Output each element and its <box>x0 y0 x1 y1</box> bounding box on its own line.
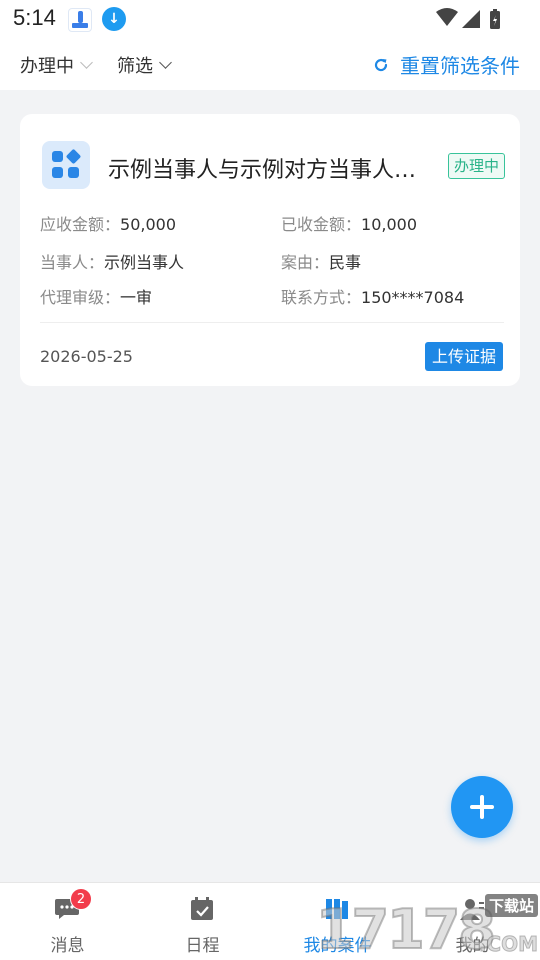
watermark-com: .COM <box>478 932 538 957</box>
reset-filters-button[interactable]: 重置筛选条件 <box>372 50 520 79</box>
screen-filter-dropdown[interactable]: 筛选 <box>117 52 172 78</box>
tab-label: 日程 <box>185 936 220 956</box>
case-category-icon <box>42 141 90 189</box>
unread-badge: 2 <box>70 888 92 910</box>
chevron-down-icon <box>159 56 172 69</box>
case-date: 2026-05-25 <box>40 347 133 366</box>
case-title: 示例当事人与示例对方当事人之间的案件 <box>108 158 438 183</box>
trial-level: 代理审级：一审 <box>40 284 152 308</box>
party-label: 当事人： <box>40 253 105 272</box>
add-case-button[interactable] <box>451 776 513 838</box>
receivable-amount: 应收金额：50,000 <box>40 211 176 235</box>
site-watermark: 17178 下载站 .COM <box>315 892 540 960</box>
watermark-digits: 17178 <box>315 897 497 960</box>
tab-label: 消息 <box>50 936 85 956</box>
watermark-site-label: 下载站 <box>484 894 538 917</box>
filter-bar: 办理中 筛选 重置筛选条件 <box>0 38 540 90</box>
tab-schedule[interactable]: 日程 <box>135 883 270 960</box>
refresh-icon <box>374 58 388 71</box>
cause-value: 民事 <box>329 253 362 272</box>
status-time: 5:14 <box>13 5 56 30</box>
tab-messages[interactable]: 2 消息 <box>0 883 135 960</box>
app-notification-icon <box>68 8 92 32</box>
level-value: 一审 <box>120 288 153 307</box>
status-filter-dropdown[interactable]: 办理中 <box>20 52 93 78</box>
case-card[interactable]: 示例当事人与示例对方当事人之间的案件 办理中 应收金额：50,000 已收金额：… <box>20 114 520 386</box>
received-label: 已收金额： <box>281 215 362 234</box>
upload-evidence-button[interactable]: 上传证据 <box>425 342 504 371</box>
contact-label: 联系方式： <box>281 288 362 307</box>
party: 当事人：示例当事人 <box>40 249 184 273</box>
party-value: 示例当事人 <box>104 253 185 272</box>
download-icon: ↓ <box>102 7 126 31</box>
received-value: 10,000 <box>361 215 417 234</box>
level-label: 代理审级： <box>40 288 121 307</box>
divider <box>40 322 504 323</box>
received-amount: 已收金额：10,000 <box>281 211 417 235</box>
calendar-icon <box>191 897 213 920</box>
receivable-label: 应收金额： <box>40 215 121 234</box>
contact-value: 150****7084 <box>361 288 465 307</box>
receivable-value: 50,000 <box>120 215 176 234</box>
cause-label: 案由： <box>281 253 330 272</box>
signal-icon <box>462 10 480 28</box>
status-badge: 办理中 <box>448 153 506 179</box>
chevron-down-icon <box>80 56 93 69</box>
reset-filters-label: 重置筛选条件 <box>400 54 520 78</box>
contact: 联系方式：150****7084 <box>281 284 464 308</box>
wifi-icon <box>436 8 458 26</box>
case-cause: 案由：民事 <box>281 249 361 273</box>
status-bar: 5:14 ↓ <box>0 0 540 38</box>
system-status-icons <box>436 8 500 29</box>
screen-filter-label: 筛选 <box>117 56 153 77</box>
status-filter-label: 办理中 <box>20 56 74 77</box>
